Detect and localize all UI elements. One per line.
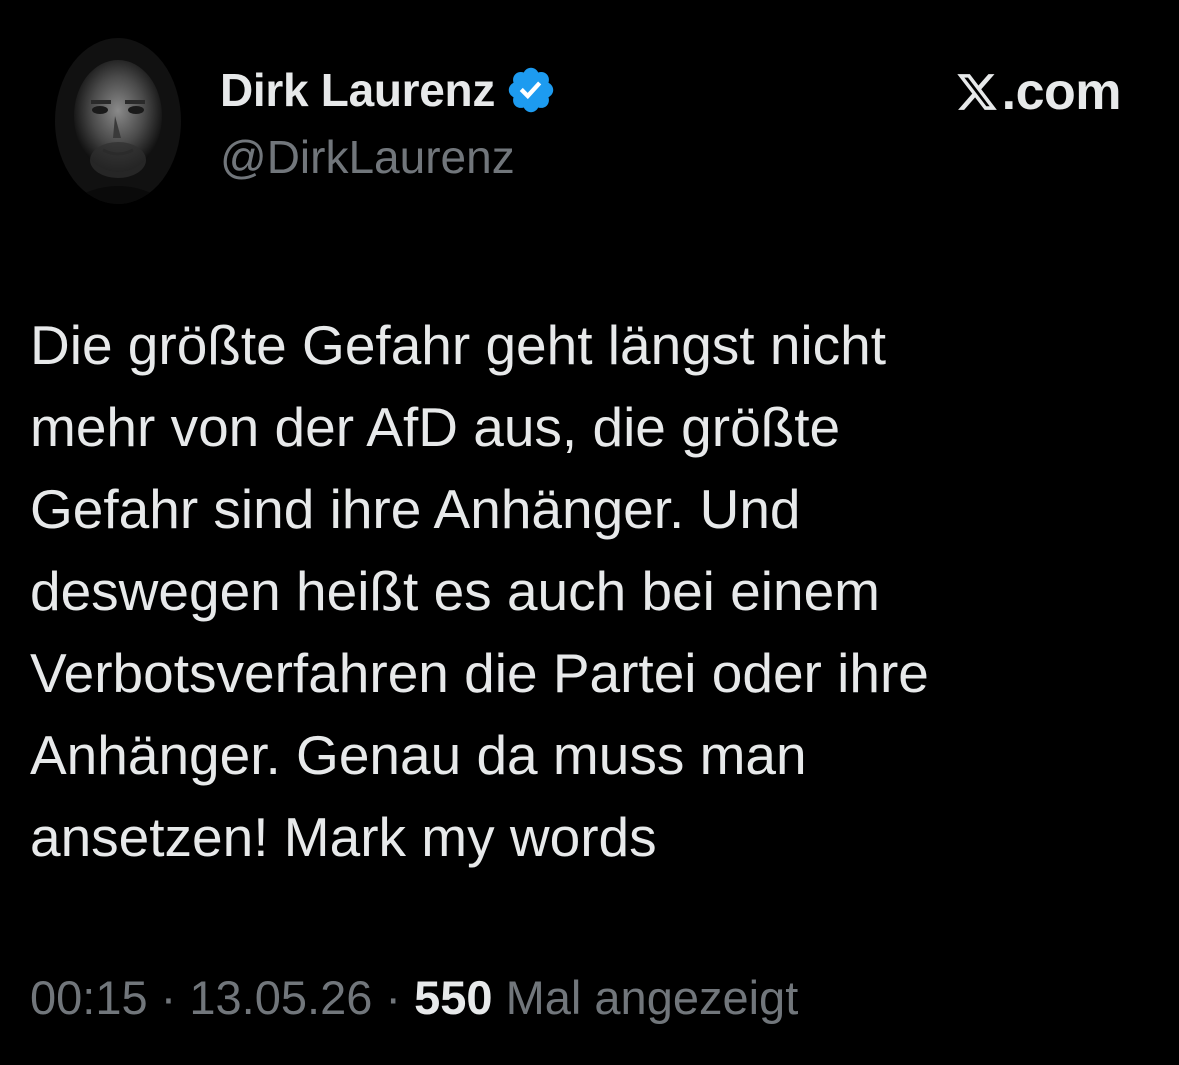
tweet-meta: 00:15 · 13.05.26 · 550 Mal angezeigt <box>30 970 798 1025</box>
tweet-text: Die größte Gefahr geht längst nicht mehr… <box>30 304 1140 878</box>
author-handle[interactable]: @DirkLaurenz <box>220 130 515 184</box>
tweet-line: Die größte Gefahr geht längst nicht <box>30 314 887 376</box>
author-name-row: Dirk Laurenz <box>220 60 557 120</box>
verified-badge-icon <box>505 64 557 116</box>
tweet-line: Gefahr sind ihre Anhänger. Und <box>30 478 801 540</box>
avatar[interactable] <box>55 38 181 204</box>
views-label: Mal angezeigt <box>492 971 799 1024</box>
brand-watermark: .com <box>954 62 1122 122</box>
tweet-line: mehr von der AfD aus, die größte <box>30 396 841 458</box>
tweet-line: Anhänger. Genau da muss man <box>30 724 807 786</box>
brand-domain-text: .com <box>1001 63 1122 121</box>
tweet-date[interactable]: 13.05.26 <box>189 971 372 1024</box>
profile-photo <box>55 38 181 204</box>
tweet-line: deswegen heißt es auch bei einem <box>30 560 880 622</box>
tweet-time[interactable]: 00:15 <box>30 971 148 1024</box>
meta-separator: · <box>372 971 415 1024</box>
tweet-line: ansetzen! Mark my words <box>30 806 657 868</box>
tweet-line: Verbotsverfahren die Partei oder ihre <box>30 642 929 704</box>
meta-separator: · <box>147 971 190 1024</box>
views-count[interactable]: 550 <box>414 971 492 1024</box>
x-logo-icon <box>954 70 1000 114</box>
author-display-name[interactable]: Dirk Laurenz <box>220 63 495 117</box>
